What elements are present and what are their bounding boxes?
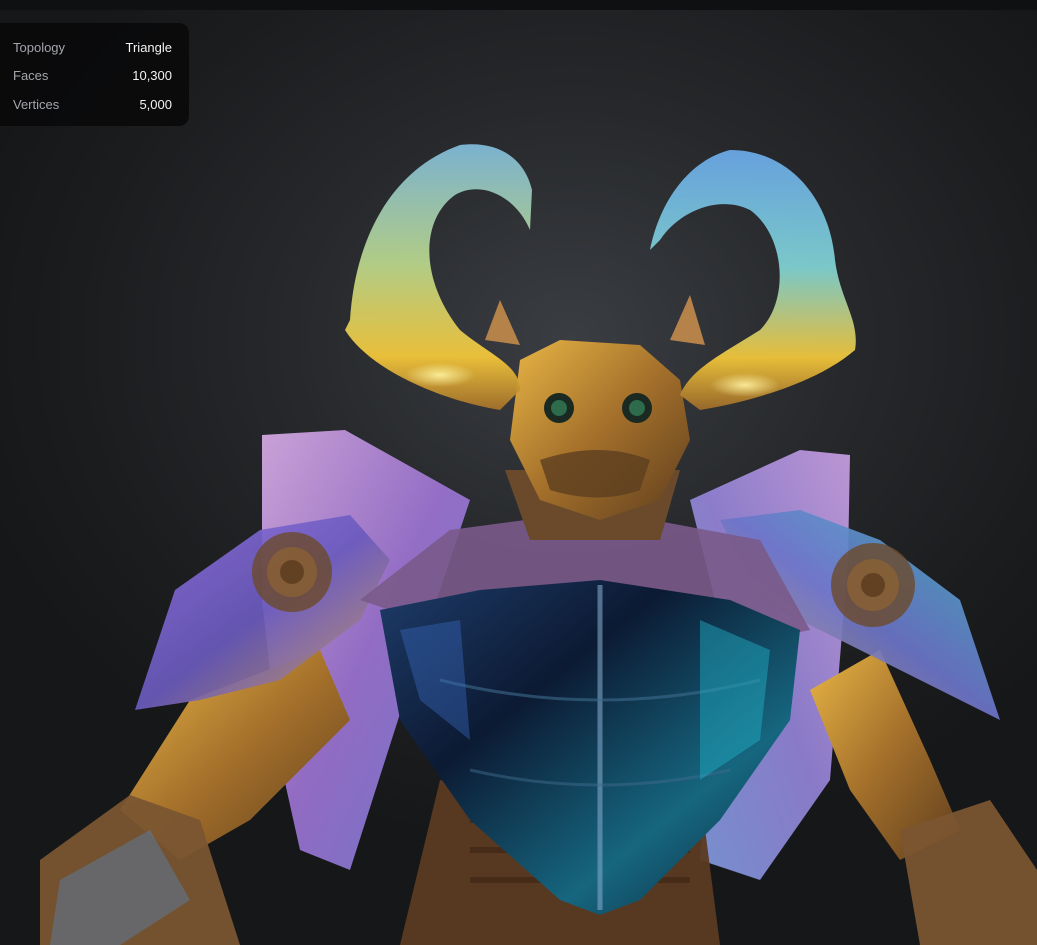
info-row-vertices: Vertices 5,000 — [13, 90, 172, 119]
topology-label: Topology — [13, 39, 66, 55]
vertices-value: 5,000 — [139, 96, 172, 112]
faces-value: 10,300 — [132, 68, 172, 84]
top-bar — [0, 0, 1037, 10]
topology-value: Triangle — [125, 39, 172, 55]
info-row-topology: Topology Triangle — [13, 33, 172, 62]
vertices-label: Vertices — [13, 96, 60, 112]
3d-viewport[interactable] — [0, 10, 1037, 945]
3d-model-render[interactable] — [0, 10, 1037, 945]
info-row-faces: Faces 10,300 — [13, 62, 172, 91]
faces-label: Faces — [13, 68, 49, 84]
model-info-panel: Topology Triangle Faces 10,300 Vertices … — [0, 23, 189, 126]
